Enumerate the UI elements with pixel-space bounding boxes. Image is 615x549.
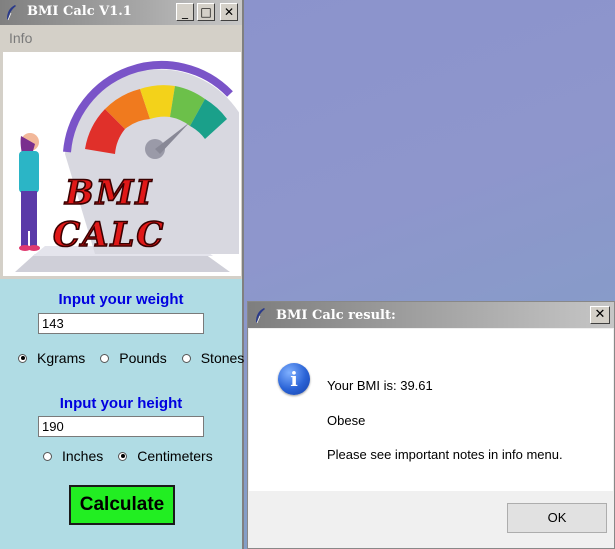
minimize-button[interactable]: _	[176, 3, 194, 21]
dialog-title: BMI Calc result:	[276, 308, 396, 323]
info-icon: i	[278, 363, 310, 395]
radio-inches[interactable]	[43, 451, 52, 461]
height-heading: Input your height	[59, 395, 183, 412]
dialog-close-button[interactable]: ✕	[590, 306, 610, 324]
height-unit-group: Inches Centimeters	[43, 448, 228, 464]
dialog-footer: OK	[249, 491, 613, 548]
bmi-category-text: Obese	[327, 413, 366, 428]
feather-icon	[256, 308, 265, 324]
bmi-gauge-illustration: BMI CALC	[5, 54, 239, 274]
main-window: BMI Calc V1.1 _ □ ✕ Info BMI CALC Input …	[0, 0, 244, 549]
result-dialog: BMI Calc result: ✕ i Your BMI is: 39.61 …	[247, 301, 615, 549]
main-titlebar[interactable]: BMI Calc V1.1 _ □ ✕	[0, 0, 242, 25]
bmi-result-text: Your BMI is: 39.61	[327, 378, 433, 393]
label-inches[interactable]: Inches	[62, 448, 103, 464]
notes-text: Please see important notes in info menu.	[327, 447, 563, 462]
ok-button[interactable]: OK	[507, 503, 607, 533]
maximize-button[interactable]: □	[197, 3, 215, 21]
menu-bar: Info	[0, 26, 242, 48]
radio-kgrams[interactable]	[18, 353, 27, 363]
dialog-body: i Your BMI is: 39.61 Obese Please see im…	[249, 329, 613, 491]
weight-unit-group: Kgrams Pounds Stones	[18, 350, 259, 366]
menu-info[interactable]: Info	[9, 30, 32, 46]
main-window-title: BMI Calc V1.1	[27, 4, 132, 19]
weight-input[interactable]: 143	[38, 313, 204, 334]
logo-text-calc: CALC	[53, 215, 165, 255]
label-kgrams[interactable]: Kgrams	[37, 350, 85, 366]
calculate-button[interactable]: Calculate	[69, 485, 175, 525]
label-stones[interactable]: Stones	[201, 350, 245, 366]
radio-pounds[interactable]	[100, 353, 110, 363]
height-input[interactable]: 190	[38, 416, 204, 437]
label-pounds[interactable]: Pounds	[119, 350, 166, 366]
bmi-logo-image: BMI CALC	[3, 52, 241, 276]
label-centimeters[interactable]: Centimeters	[137, 448, 212, 464]
weight-heading: Input your weight	[58, 291, 184, 308]
close-button[interactable]: ✕	[220, 3, 238, 21]
dialog-titlebar[interactable]: BMI Calc result: ✕	[248, 302, 614, 328]
feather-icon	[7, 5, 16, 21]
radio-stones[interactable]	[181, 353, 191, 363]
radio-centimeters[interactable]	[118, 451, 128, 461]
logo-text-bmi: BMI	[64, 173, 153, 213]
